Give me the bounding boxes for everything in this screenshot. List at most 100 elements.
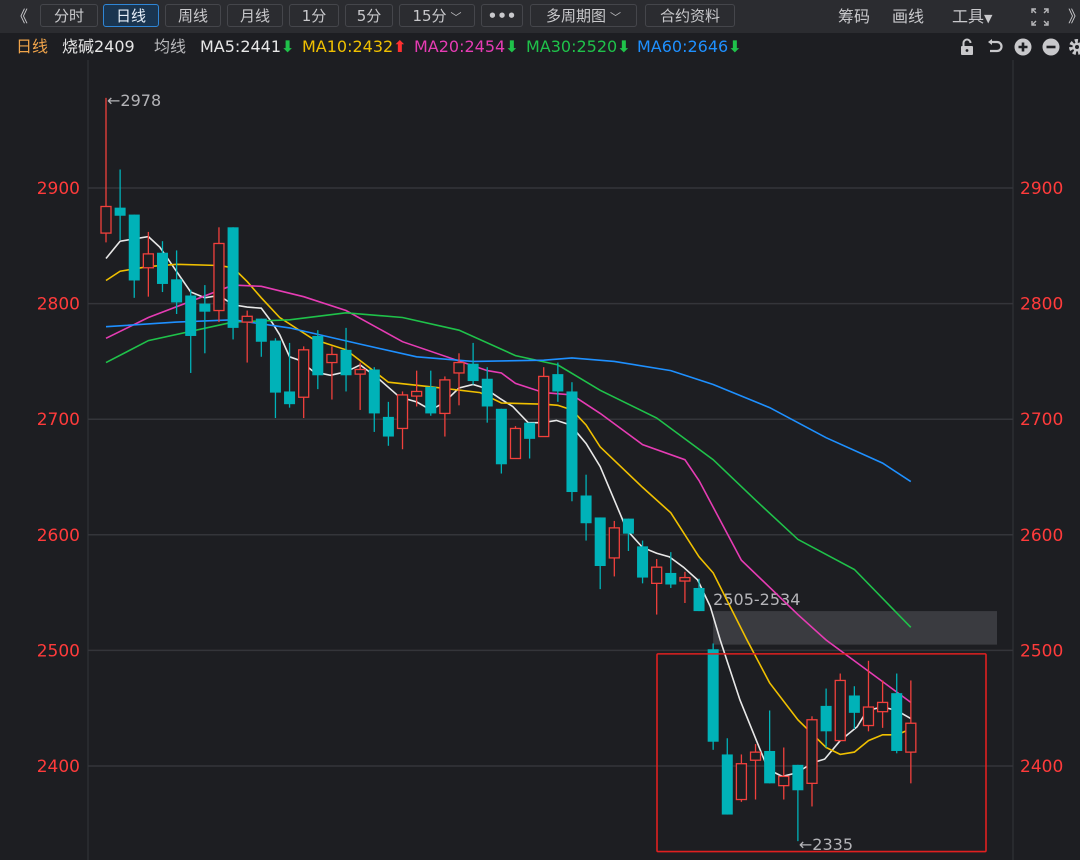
expand-right-button[interactable]: 》 <box>1068 4 1080 29</box>
period-toolbar: 《 分时 日线 周线 月线 1分 5分 15分 ﹀ ••• 多周期图 ﹀ 合约资料 … <box>0 0 1080 33</box>
candle-body-down <box>425 386 437 414</box>
candle-body-down <box>382 416 394 437</box>
candle-body-down <box>156 252 168 284</box>
candle-body-up <box>876 701 889 713</box>
y-tick-label-right: 2400 <box>1020 757 1063 777</box>
candle-body-up <box>834 679 846 742</box>
candle-body-down <box>848 695 860 713</box>
draw-button[interactable]: 画线 <box>892 4 924 29</box>
candle-body-up <box>862 706 875 727</box>
candle-body-down <box>114 207 126 216</box>
undo-icon[interactable] <box>986 38 1004 56</box>
candle-body-down <box>594 517 606 567</box>
candle-body-up <box>608 527 620 559</box>
contract-info-button[interactable]: 合约资料 <box>645 4 735 27</box>
candle-body-down <box>269 340 281 393</box>
ma20-value: MA20:2454⬇ <box>414 33 519 60</box>
candle-body-down <box>199 303 211 312</box>
tab-monthly[interactable]: 月线 <box>227 4 283 27</box>
arrow-down-icon: ⬇ <box>505 37 519 56</box>
candle <box>227 227 239 340</box>
ma20-text: MA20:2454 <box>414 37 506 56</box>
candle-body-down <box>552 374 564 392</box>
candle-body-up <box>538 375 550 438</box>
candle-body-down <box>495 408 507 465</box>
candle-body-up <box>735 763 748 801</box>
candle-body-down <box>312 335 324 376</box>
low-price-label: ←2335 <box>799 835 853 854</box>
candle-body-down <box>580 495 592 524</box>
candle-body-up <box>298 349 310 398</box>
candle-body-up <box>651 566 663 585</box>
gap-zone-box <box>713 611 997 645</box>
tab-daily[interactable]: 日线 <box>103 4 159 27</box>
tools-dropdown[interactable]: 工具▼ <box>952 4 992 29</box>
arrow-down-icon: ⬇ <box>617 37 631 56</box>
zoom-in-icon[interactable] <box>1014 38 1032 56</box>
multi-period-dropdown[interactable]: 多周期图 ﹀ <box>530 4 637 27</box>
arrow-down-icon: ⬇ <box>281 37 295 56</box>
candle-body-down <box>820 705 832 732</box>
ma60-text: MA60:2646 <box>637 37 729 56</box>
tab-5min[interactable]: 5分 <box>345 4 393 27</box>
tab-15min-dropdown[interactable]: 15分 ﹀ <box>399 4 475 27</box>
indicator-bar: 日线 烧碱2409 均线 MA5:2441⬇ MA10:2432⬆ MA20:2… <box>0 33 1080 60</box>
candle-body-down <box>185 295 197 336</box>
y-tick-label-right: 2900 <box>1020 179 1063 199</box>
candle-body-down <box>227 227 239 328</box>
zoom-out-icon[interactable] <box>1042 38 1060 56</box>
collapse-left-button[interactable]: 《 <box>12 4 28 29</box>
candle-body-up <box>778 775 790 787</box>
ma60-value: MA60:2646⬇ <box>637 33 742 60</box>
candle-body-up <box>509 427 522 460</box>
y-tick-label-left: 2900 <box>37 179 80 199</box>
y-tick-label-right: 2500 <box>1020 641 1063 661</box>
candle-body-up <box>905 722 917 753</box>
candle-body-up <box>142 253 155 269</box>
caret-down-icon: ▼ <box>984 12 993 25</box>
chart-background <box>0 60 1080 860</box>
tab-15min-label: 15分 <box>412 7 447 25</box>
tab-1min[interactable]: 1分 <box>289 4 339 27</box>
candle-body-down <box>171 279 183 303</box>
ma-label: 均线 <box>154 37 187 56</box>
candle-body-up <box>396 394 409 430</box>
y-tick-label-left: 2700 <box>37 410 80 430</box>
candle-body-up <box>241 315 253 323</box>
candle-body-up <box>453 361 465 374</box>
candle <box>566 382 578 502</box>
chevron-down-icon: ﹀ <box>450 11 462 24</box>
tab-weekly[interactable]: 周线 <box>165 4 221 27</box>
ma10-value: MA10:2432⬆ <box>302 33 407 60</box>
chevron-down-icon: ﹀ <box>610 11 621 24</box>
candlestick-chart[interactable]: 2900 2900 2800 2800 2700 2700 2600 2600 2500 2500… <box>0 60 1080 860</box>
candle-body-down <box>792 764 804 791</box>
candle-body-down <box>891 693 903 751</box>
multi-period-label: 多周期图 <box>545 7 606 25</box>
candle <box>834 673 846 742</box>
candle-body-down <box>693 587 705 612</box>
gear-icon[interactable] <box>1068 38 1080 56</box>
candle-body-up <box>410 390 423 397</box>
tab-intraday[interactable]: 分时 <box>40 4 98 27</box>
symbol-label: 烧碱2409 <box>62 37 135 56</box>
more-button[interactable]: ••• <box>481 4 523 27</box>
ma30-text: MA30:2520 <box>526 37 618 56</box>
candle-body-down <box>764 750 776 784</box>
lock-icon[interactable] <box>958 38 976 56</box>
candle-body-up <box>749 751 762 761</box>
candle-body-down <box>467 363 479 382</box>
ma5-text: MA5:2441 <box>200 37 282 56</box>
candle-body-up <box>439 379 451 415</box>
candle-body-down <box>707 649 719 742</box>
arrow-down-icon: ⬇ <box>728 37 742 56</box>
chips-button[interactable]: 筹码 <box>838 4 870 29</box>
ma10-text: MA10:2432 <box>302 37 394 56</box>
y-tick-label-left: 2800 <box>37 295 80 315</box>
fullscreen-icon[interactable] <box>1030 7 1050 27</box>
y-tick-label-left: 2600 <box>37 526 80 546</box>
y-tick-label-right: 2700 <box>1020 410 1063 430</box>
candle-body-down <box>481 378 493 407</box>
candle <box>538 367 550 438</box>
y-tick-label-right: 2600 <box>1020 526 1063 546</box>
